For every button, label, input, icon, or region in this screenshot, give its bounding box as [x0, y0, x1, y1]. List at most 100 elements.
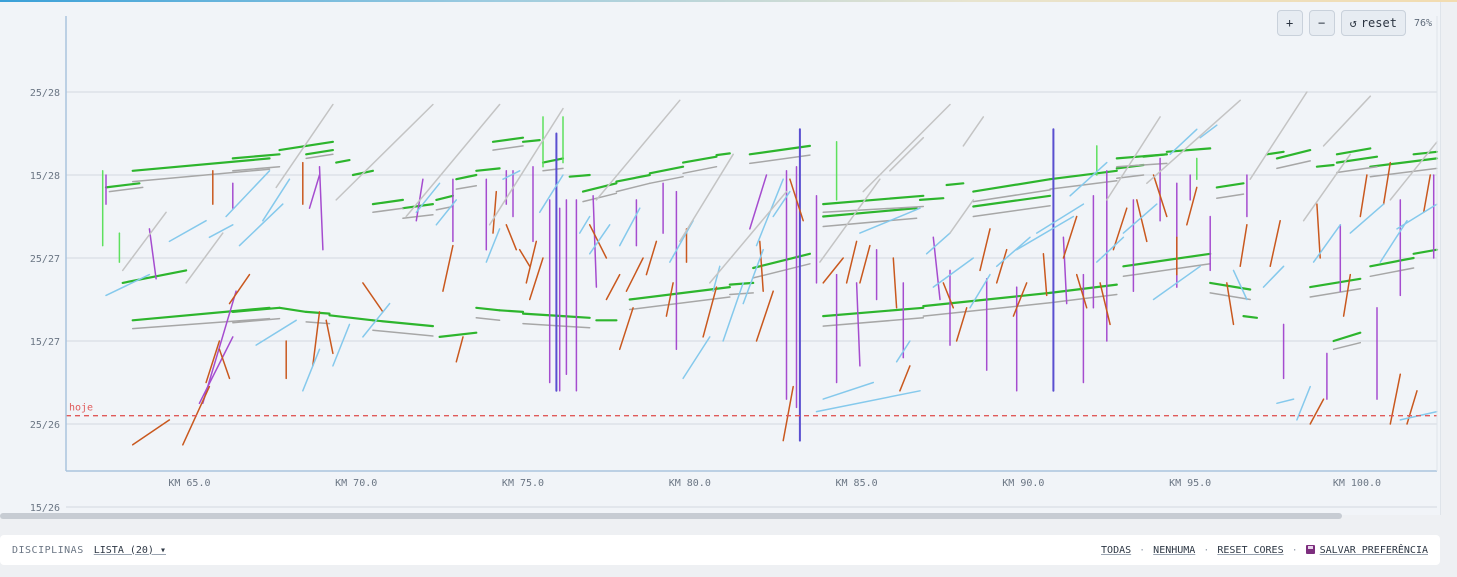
series-segment-orange	[1389, 373, 1402, 425]
series-segment-skyblue	[925, 232, 951, 255]
zoom-out-button[interactable]: −	[1308, 10, 1335, 36]
series-segment-skyblue	[1015, 215, 1075, 251]
series-segment-orange	[362, 282, 384, 313]
series-segment-gray	[1332, 341, 1362, 351]
series-segment-orange	[618, 307, 634, 351]
series-segment-green	[1122, 252, 1212, 268]
horizontal-scrollbar[interactable]	[0, 513, 1342, 519]
reset-label: reset	[1360, 16, 1397, 30]
series-segment-purple	[308, 174, 321, 209]
series-segment-orange	[1099, 282, 1111, 326]
series-segment-orange	[979, 228, 991, 272]
series-segment-skyblue	[332, 323, 351, 367]
series-segment-green	[918, 197, 945, 201]
series-segment-green	[972, 178, 1052, 193]
disciplinas-label: DISCIPLINAS	[12, 544, 84, 556]
series-segment-gray	[475, 317, 501, 322]
series-segment-skyblue	[1262, 265, 1285, 288]
save-icon	[1305, 544, 1315, 554]
series-segment-green	[305, 149, 334, 156]
series-segment-lightgray	[335, 103, 434, 201]
progress-chart[interactable]: hoje 25/2815/2825/2715/2725/2615/26KM 65…	[0, 2, 1440, 515]
series-segment-green	[278, 306, 308, 313]
series-segment-orange	[1062, 215, 1078, 259]
series-segment-skyblue	[168, 219, 207, 243]
series-segment-green	[581, 182, 618, 193]
series-segment-skyblue	[105, 273, 151, 297]
series-segment-skyblue	[932, 257, 975, 288]
x-tick-label: KM 75.0	[502, 478, 544, 489]
series-segment-skyblue	[669, 219, 694, 263]
series-segment-gray	[729, 292, 754, 296]
reset-cores-link[interactable]: RESET CORES	[1217, 545, 1283, 556]
x-tick-label: KM 100.0	[1333, 478, 1381, 489]
series-segment-green	[1332, 331, 1362, 343]
series-segment-skyblue	[1122, 203, 1158, 234]
series-segment-orange	[605, 273, 621, 301]
series-segment-purple	[592, 195, 598, 288]
series-segment-skyblue	[1379, 219, 1408, 263]
series-segment-green	[455, 173, 478, 181]
series-segment-orange	[1186, 186, 1198, 226]
todas-link[interactable]: TODAS	[1101, 545, 1131, 556]
series-segment-orange	[755, 290, 774, 342]
y-tick-label: 25/27	[30, 254, 60, 265]
x-tick-label: KM 65.0	[168, 478, 210, 489]
series-segment-green	[972, 194, 1052, 208]
series-segment-green	[715, 152, 731, 157]
series-segment-green	[1309, 277, 1362, 289]
series-segment-orange	[702, 286, 718, 338]
series-segment-lightgray	[1249, 91, 1308, 180]
series-segment-skyblue	[1312, 224, 1342, 263]
zoom-in-button[interactable]: +	[1276, 10, 1303, 36]
x-tick-label: KM 95.0	[1169, 478, 1211, 489]
footer-actions: TODAS · NENHUMA · RESET CORES · SALVAR P…	[1101, 544, 1428, 556]
series-segment-orange	[1316, 203, 1321, 259]
y-tick-label: 25/26	[30, 420, 60, 431]
series-segment-green	[945, 182, 965, 187]
series-segment-green	[435, 194, 454, 201]
series-segment-gray	[1276, 160, 1311, 170]
series-segment-skyblue	[822, 381, 875, 400]
series-segment-green	[491, 136, 525, 143]
lista-dropdown[interactable]: LISTA (20) ▾	[94, 545, 166, 556]
series-segment-green	[475, 306, 501, 312]
today-label: hoje	[69, 403, 93, 414]
series-segment-green	[1369, 157, 1439, 168]
series-segment-green	[648, 165, 685, 175]
series-segment-orange	[665, 282, 674, 317]
series-segment-green	[822, 194, 925, 206]
series-segment-skyblue	[1349, 203, 1385, 234]
series-segment-skyblue	[815, 390, 921, 413]
series-segment-green	[371, 319, 434, 328]
series-segment-gray	[492, 145, 524, 151]
series-segment-skyblue	[1396, 203, 1438, 230]
series-segment-orange	[1359, 174, 1368, 218]
series-segment-green	[822, 306, 925, 318]
reset-zoom-button[interactable]: ↺ reset	[1340, 10, 1406, 36]
nenhuma-link[interactable]: NENHUMA	[1153, 545, 1195, 556]
chevron-down-icon: ▾	[159, 544, 167, 556]
salvar-preferencia-link[interactable]: SALVAR PREFERÊNCIA	[1305, 544, 1428, 556]
series-segment-skyblue	[1232, 269, 1248, 301]
series-segment-skyblue	[538, 174, 564, 214]
zoom-controls: + − ↺ reset 76%	[1276, 10, 1432, 36]
series-segment-gray	[1369, 267, 1415, 278]
chart-panel[interactable]: hoje 25/28 15/28 25/27 15/27 25/26 15/26 KM 65…	[0, 2, 1441, 515]
series-segment-orange	[228, 273, 251, 305]
series-segment-skyblue	[1069, 161, 1108, 197]
series-segment-orange	[1239, 224, 1248, 268]
series-segment-orange	[859, 244, 871, 284]
series-segment-gray	[455, 185, 478, 190]
series-segment-green	[475, 167, 501, 172]
series-segment-green	[1142, 153, 1168, 158]
series-segment-lightgray	[1389, 141, 1438, 201]
series-layer: hoje	[66, 91, 1439, 446]
series-segment-orange	[1422, 174, 1432, 214]
series-segment-gray	[1216, 193, 1245, 199]
series-segment-purple	[855, 282, 861, 367]
series-segment-orange	[1075, 273, 1088, 309]
series-segment-orange	[892, 257, 898, 309]
series-segment-lightgray	[679, 153, 734, 243]
series-segment-gray	[1309, 287, 1362, 298]
